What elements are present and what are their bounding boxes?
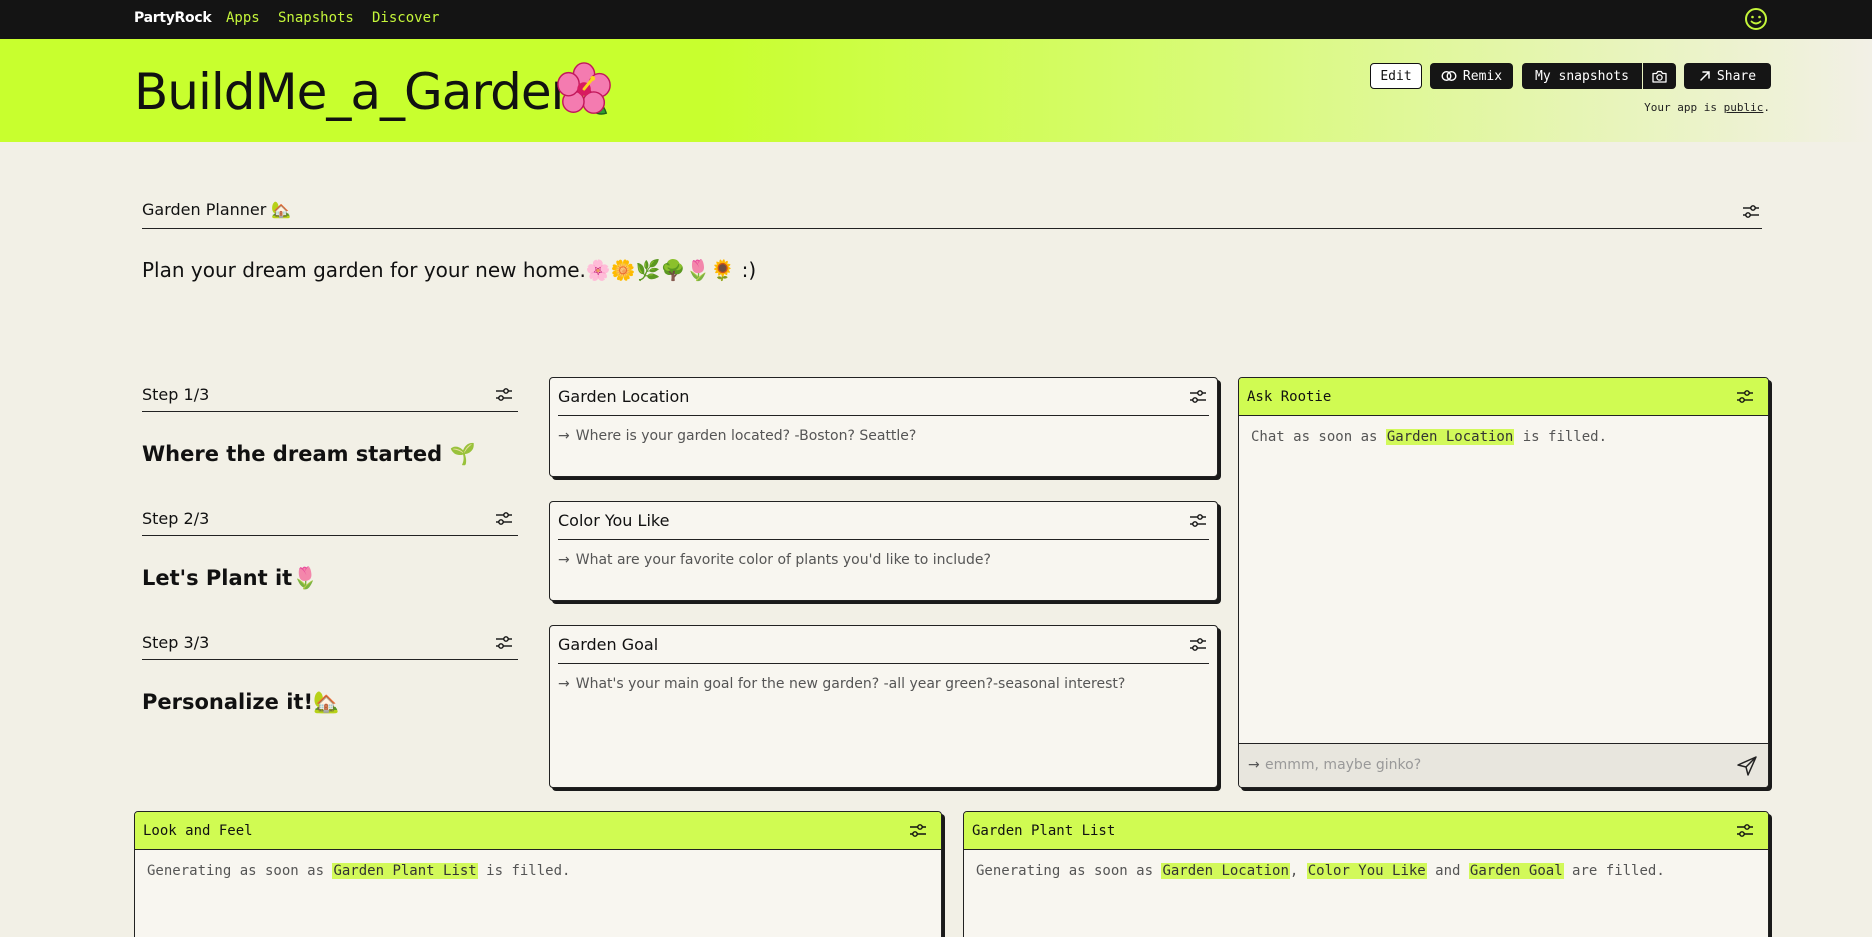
color-you-like-input[interactable]: → What are your favorite color of plants… [558, 552, 991, 568]
garden-goal-input[interactable]: → What's your main goal for the new gard… [558, 676, 1125, 692]
settings-sliders-icon[interactable] [1189, 513, 1207, 529]
remix-icon [1441, 70, 1457, 82]
share-arrow-icon [1700, 71, 1710, 81]
color-you-like-widget: Color You Like → What are your favorite … [549, 501, 1218, 601]
app-title: BuildMe_a_Garden [134, 63, 582, 121]
garden-plant-list-widget: Garden Plant List Generating as soon as … [963, 811, 1769, 937]
chat-input[interactable] [1265, 754, 1705, 776]
settings-sliders-icon[interactable] [1736, 823, 1754, 839]
widget-title: Ask Rootie [1247, 389, 1332, 405]
step-1-title: Where the dream started 🌱 [142, 442, 476, 466]
snapshot-camera-button[interactable] [1643, 63, 1676, 89]
section-title: Garden Planner 🏡 [142, 200, 292, 219]
step-1-heading: Step 1/3 [142, 377, 518, 412]
settings-sliders-icon[interactable] [495, 511, 513, 527]
share-button[interactable]: Share [1684, 63, 1771, 89]
chat-input-bar: → [1239, 743, 1768, 787]
step-3-title: Personalize it!🏡 [142, 690, 340, 714]
widget-title: Color You Like [558, 511, 670, 530]
look-and-feel-status: Generating as soon as Garden Plant List … [147, 863, 571, 879]
arrow-right-icon: → [558, 552, 570, 568]
brand-logo[interactable]: PartyRock [134, 10, 212, 26]
garden-goal-widget: Garden Goal → What's your main goal for … [549, 625, 1218, 788]
settings-sliders-icon[interactable] [495, 635, 513, 651]
widget-title: Garden Location [558, 387, 690, 406]
visibility-note: Your app is public. [1644, 101, 1770, 114]
app-header: BuildMe_a_Garden Edit Remix My snapshots [0, 39, 1872, 142]
settings-sliders-icon[interactable] [1742, 204, 1760, 220]
send-icon[interactable] [1736, 755, 1758, 777]
settings-sliders-icon[interactable] [1189, 637, 1207, 653]
garden-location-input[interactable]: → Where is your garden located? -Boston?… [558, 428, 916, 444]
chat-status: Chat as soon as Garden Location is fille… [1251, 429, 1608, 445]
look-and-feel-widget: Look and Feel Generating as soon as Gard… [134, 811, 942, 937]
widget-title: Look and Feel [143, 823, 253, 839]
camera-icon [1652, 70, 1667, 83]
visibility-link[interactable]: public [1724, 101, 1764, 114]
top-nav: PartyRock Apps Snapshots Discover [0, 0, 1872, 39]
ask-rootie-chat-widget: Ask Rootie Chat as soon as Garden Locati… [1238, 377, 1769, 788]
step-2-title: Let's Plant it🌷 [142, 566, 319, 590]
user-avatar-icon[interactable] [1744, 7, 1768, 31]
garden-plant-list-status: Generating as soon as Garden Location, C… [976, 863, 1665, 879]
section-description: Plan your dream garden for your new home… [142, 258, 757, 282]
arrow-right-icon: → [558, 676, 570, 692]
widget-title: Garden Goal [558, 635, 659, 654]
nav-link-snapshots[interactable]: Snapshots [278, 10, 354, 26]
settings-sliders-icon[interactable] [1189, 389, 1207, 405]
section-heading: Garden Planner 🏡 [142, 197, 1762, 229]
edit-button[interactable]: Edit [1370, 63, 1422, 89]
hibiscus-icon [557, 62, 611, 115]
arrow-right-icon: → [558, 428, 570, 444]
settings-sliders-icon[interactable] [909, 823, 927, 839]
garden-location-widget: Garden Location → Where is your garden l… [549, 377, 1218, 477]
arrow-right-icon: → [1248, 757, 1260, 773]
settings-sliders-icon[interactable] [1736, 389, 1754, 405]
my-snapshots-button[interactable]: My snapshots [1522, 63, 1642, 89]
widget-title: Garden Plant List [972, 823, 1116, 839]
step-3-heading: Step 3/3 [142, 625, 518, 660]
nav-link-apps[interactable]: Apps [226, 10, 260, 26]
settings-sliders-icon[interactable] [495, 387, 513, 403]
step-2-heading: Step 2/3 [142, 501, 518, 536]
remix-button[interactable]: Remix [1430, 63, 1513, 89]
nav-link-discover[interactable]: Discover [372, 10, 439, 26]
